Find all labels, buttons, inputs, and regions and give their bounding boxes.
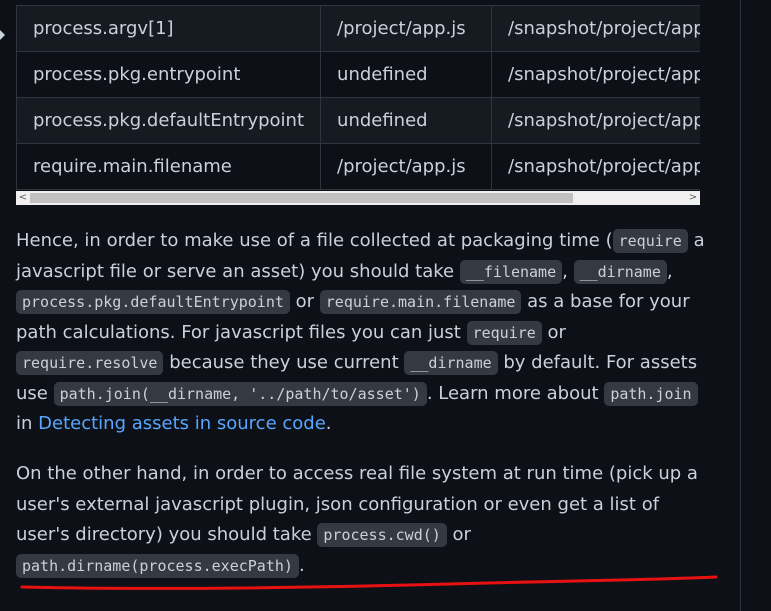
comparison-table-container[interactable]: process.argv[1] /project/app.js /snapsho… [16, 5, 700, 191]
paragraph-text: , [666, 260, 673, 282]
inline-code: process.pkg.defaultEntrypoint [16, 290, 290, 314]
inline-code: require.resolve [16, 351, 164, 375]
runtime-filesystem-paragraph: On the other hand, in order to access re… [16, 459, 716, 581]
scrollbar-thumb[interactable] [30, 193, 573, 203]
table-row: process.pkg.defaultEntrypoint undefined … [16, 97, 700, 144]
paragraph-text: because they use current [163, 352, 405, 373]
paragraph-text: in [16, 413, 39, 434]
paragraph-text: . Learn more about [426, 382, 605, 404]
table-row: process.pkg.entrypoint undefined /snapsh… [16, 51, 700, 98]
table-cell-property: process.argv[1] [16, 5, 322, 52]
table-cell-value: /snapshot/project/app [491, 5, 700, 52]
table-horizontal-scrollbar[interactable]: < > [16, 191, 700, 205]
table-cell-value: /project/app.js [320, 143, 493, 190]
comparison-table: process.argv[1] /project/app.js /snapsho… [16, 5, 700, 190]
table-row: require.main.filename /project/app.js /s… [16, 143, 700, 190]
table-cell-value: undefined [320, 97, 493, 144]
red-annotation-underline [20, 575, 718, 590]
table-cell-value: /project/app.js [320, 5, 493, 52]
table-cell-property: require.main.filename [16, 143, 322, 190]
paragraph-text: Hence, in order to make use of a file co… [16, 230, 613, 251]
packaging-time-paragraph: Hence, in order to make use of a file co… [16, 226, 716, 440]
inline-code: path.join(__dirname, '../path/to/asset') [53, 381, 427, 406]
detecting-assets-link[interactable]: Detecting assets in source code [38, 413, 326, 434]
inline-code: require [612, 229, 688, 253]
table-cell-value: /snapshot/project/app [491, 51, 700, 98]
table-cell-value: undefined [320, 51, 493, 98]
paragraph-text: . [325, 413, 332, 434]
content-right-border [740, 0, 741, 611]
inline-code: process.cwd() [317, 523, 447, 547]
table-cell-value: /snapshot/project/app [491, 143, 700, 190]
paragraph-text: , [562, 260, 574, 282]
inline-code: __dirname [573, 259, 667, 284]
scroll-right-arrow-icon[interactable]: > [686, 191, 700, 205]
cursor-pointer-icon [0, 30, 5, 40]
table-cell-value: /snapshot/project/app [491, 97, 700, 144]
inline-code: require [466, 320, 542, 345]
paragraph-text: or [289, 291, 320, 312]
inline-code: __dirname [404, 351, 498, 375]
inline-code: __filename [459, 259, 563, 284]
paragraph-text: or [446, 524, 471, 545]
table-cell-property: process.pkg.defaultEntrypoint [16, 97, 322, 144]
table-row: process.argv[1] /project/app.js /snapsho… [16, 5, 700, 52]
table-cell-property: process.pkg.entrypoint [16, 51, 322, 98]
inline-code: require.main.filename [319, 290, 522, 314]
paragraph-text: or [541, 321, 566, 343]
scroll-left-arrow-icon[interactable]: < [16, 191, 30, 205]
annotation-stroke [20, 575, 718, 590]
inline-code: path.join [604, 381, 698, 406]
